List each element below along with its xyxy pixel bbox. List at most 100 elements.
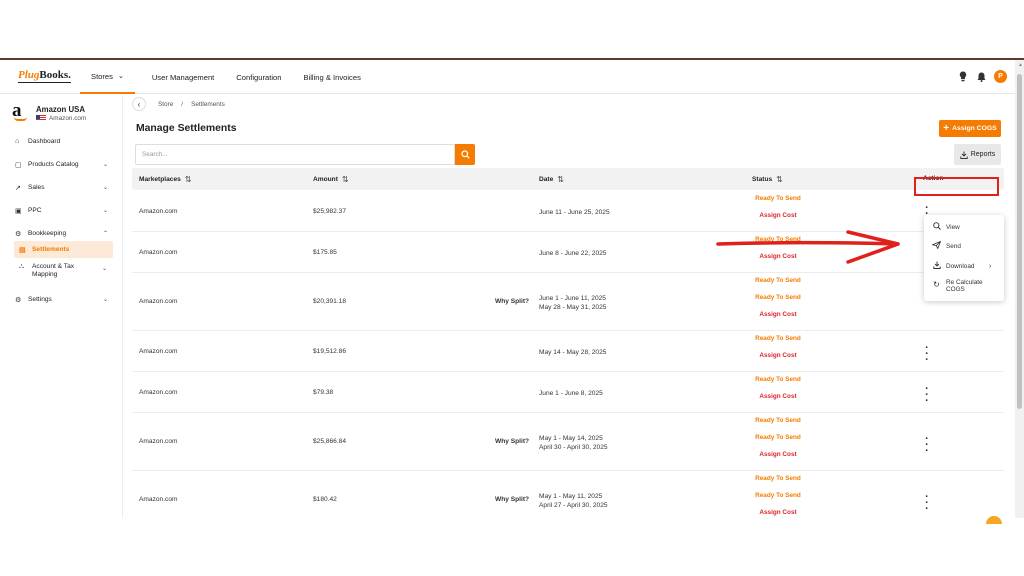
nav-stores[interactable]: Stores ⌄ bbox=[80, 60, 135, 94]
sidebar-item-label: Settings bbox=[28, 296, 52, 303]
sidebar-item-sales[interactable]: ↗ Sales ⌄ bbox=[10, 179, 114, 196]
status-ready-to-send[interactable]: Ready To Send bbox=[722, 492, 834, 499]
status-assign-cost[interactable]: Assign Cost bbox=[722, 311, 834, 318]
reports-button[interactable]: Reports bbox=[954, 144, 1001, 165]
why-split-link[interactable]: Why Split? bbox=[495, 438, 529, 445]
reports-label: Reports bbox=[970, 151, 996, 158]
sidebar-item-account-tax-mapping[interactable]: ⛬ Account & Tax Mapping ⌄ bbox=[14, 261, 113, 283]
nav-configuration-label: Configuration bbox=[236, 72, 282, 82]
lightbulb-icon[interactable] bbox=[958, 71, 968, 83]
search-placeholder: Search... bbox=[142, 151, 168, 158]
amazon-logo-icon: a bbox=[12, 101, 30, 123]
scrollbar-thumb[interactable] bbox=[1017, 74, 1022, 409]
menu-item-recalculate-cogs[interactable]: ↻ Re Calculate COGS bbox=[932, 279, 983, 293]
back-button[interactable]: ‹ bbox=[132, 97, 146, 111]
amount-cell: $25,982.37 bbox=[313, 208, 347, 215]
main-nav: Stores ⌄ User Management Configuration Bi… bbox=[80, 60, 372, 94]
sidebar-item-products-catalog[interactable]: ▢ Products Catalog ⌄ bbox=[10, 156, 114, 173]
send-highlight-box bbox=[914, 177, 999, 196]
assign-cogs-button[interactable]: + Assign COGS bbox=[939, 120, 1001, 137]
chevron-down-icon: ⌄ bbox=[101, 266, 107, 272]
amount-cell: $175.85 bbox=[313, 249, 337, 256]
page-scrollbar[interactable]: ▲ bbox=[1015, 60, 1024, 518]
nav-stores-label: Stores bbox=[91, 71, 113, 81]
column-header-date[interactable]: Date ⇅ bbox=[539, 175, 564, 184]
menu-item-label-line2: COGS bbox=[946, 286, 965, 293]
status-ready-to-send[interactable]: Ready To Send bbox=[722, 434, 834, 441]
table-row: Amazon.com $79.38 June 1 - June 8, 2025 … bbox=[132, 372, 1004, 413]
nav-configuration[interactable]: Configuration bbox=[225, 60, 292, 94]
table-row: Amazon.com $25,866.84 Why Split? May 1 -… bbox=[132, 413, 1004, 471]
user-avatar[interactable]: P bbox=[994, 70, 1007, 83]
sidebar-item-label: Products Catalog bbox=[28, 161, 79, 168]
bell-icon[interactable] bbox=[976, 71, 986, 83]
sidebar-item-settings[interactable]: ⚙ Settings ⌄ bbox=[10, 291, 114, 308]
search-icon bbox=[932, 222, 941, 232]
sort-icon[interactable]: ⇅ bbox=[776, 175, 783, 184]
amount-cell: $180.42 bbox=[313, 496, 337, 503]
assign-cogs-label: Assign COGS bbox=[952, 125, 997, 132]
nav-user-management[interactable]: User Management bbox=[141, 60, 225, 94]
table-row: Amazon.com $175.85 June 8 - June 22, 202… bbox=[132, 232, 1004, 273]
status-assign-cost[interactable]: Assign Cost bbox=[722, 212, 834, 219]
topbar-actions: P bbox=[958, 70, 1007, 83]
status-ready-to-send[interactable]: Ready To Send bbox=[722, 417, 834, 424]
why-split-link[interactable]: Why Split? bbox=[495, 496, 529, 503]
search-button[interactable] bbox=[455, 144, 475, 165]
sidebar-item-ppc[interactable]: ▣ PPC ⌄ bbox=[10, 202, 114, 219]
marketplace-cell: Amazon.com bbox=[139, 389, 178, 396]
sort-icon[interactable]: ⇅ bbox=[342, 175, 349, 184]
status-assign-cost[interactable]: Assign Cost bbox=[722, 352, 834, 359]
more-actions-icon[interactable]: ··· bbox=[923, 492, 931, 515]
marketplace-cell: Amazon.com bbox=[139, 496, 178, 503]
sort-icon[interactable]: ⇅ bbox=[185, 175, 192, 184]
status-ready-to-send[interactable]: Ready To Send bbox=[722, 294, 834, 301]
table-row: Amazon.com $25,982.37 June 11 - June 25,… bbox=[132, 191, 1004, 232]
column-header-status[interactable]: Status ⇅ bbox=[752, 175, 783, 184]
menu-item-view[interactable]: View bbox=[932, 222, 960, 232]
status-ready-to-send[interactable]: Ready To Send bbox=[722, 277, 834, 284]
sidebar-item-settlements[interactable]: ▤ Settlements bbox=[14, 241, 113, 258]
status-ready-to-send[interactable]: Ready To Send bbox=[722, 236, 834, 243]
date-cell: June 8 - June 22, 2025 bbox=[539, 250, 607, 257]
more-actions-icon[interactable]: ··· bbox=[923, 384, 931, 407]
mapping-icon: ⛬ bbox=[19, 263, 24, 270]
column-header-marketplaces[interactable]: Marketplaces ⇅ bbox=[139, 175, 192, 184]
app-window: PlugBooks. Stores ⌄ User Management Confi… bbox=[0, 58, 1024, 518]
nav-billing-invoices[interactable]: Billing & Invoices bbox=[292, 60, 371, 94]
more-actions-icon[interactable]: ··· bbox=[923, 434, 931, 457]
status-assign-cost[interactable]: Assign Cost bbox=[722, 451, 834, 458]
sidebar-item-bookkeeping[interactable]: ⚙ Bookkeeping ⌃ bbox=[10, 225, 114, 242]
refresh-icon: ↻ bbox=[933, 280, 940, 289]
status-ready-to-send[interactable]: Ready To Send bbox=[722, 376, 834, 383]
date-cell: May 14 - May 28, 2025 bbox=[539, 349, 607, 356]
plugbooks-logo[interactable]: PlugBooks. bbox=[18, 69, 71, 83]
amount-cell: $25,866.84 bbox=[313, 438, 347, 445]
more-actions-icon[interactable]: ··· bbox=[923, 343, 931, 366]
chevron-down-icon: ⌄ bbox=[102, 297, 108, 303]
why-split-link[interactable]: Why Split? bbox=[495, 298, 529, 305]
date-cell: June 1 - June 11, 2025 May 28 - May 31, 2… bbox=[539, 295, 607, 311]
chevron-down-icon: ⌄ bbox=[102, 162, 108, 168]
status-ready-to-send[interactable]: Ready To Send bbox=[722, 475, 834, 482]
store-name: Amazon USA bbox=[36, 104, 85, 114]
menu-item-label: Re Calculate bbox=[946, 279, 983, 286]
search-input[interactable]: Search... bbox=[135, 144, 455, 165]
status-assign-cost[interactable]: Assign Cost bbox=[722, 253, 834, 260]
breadcrumb-store[interactable]: Store bbox=[158, 101, 173, 108]
sales-chart-icon: ↗ bbox=[15, 184, 21, 192]
status-assign-cost[interactable]: Assign Cost bbox=[722, 393, 834, 400]
sidebar-item-dashboard[interactable]: ⌂ Dashboard bbox=[10, 133, 114, 150]
status-ready-to-send[interactable]: Ready To Send bbox=[722, 195, 834, 202]
sort-icon[interactable]: ⇅ bbox=[557, 175, 564, 184]
amount-cell: $20,391.18 bbox=[313, 298, 347, 305]
status-ready-to-send[interactable]: Ready To Send bbox=[722, 335, 834, 342]
home-icon: ⌂ bbox=[15, 138, 20, 145]
store-selector[interactable]: a Amazon USA Amazon.com bbox=[12, 101, 86, 123]
menu-item-download[interactable]: Download › bbox=[932, 261, 991, 271]
status-assign-cost[interactable]: Assign Cost bbox=[722, 509, 834, 516]
menu-item-send[interactable]: Send bbox=[931, 240, 961, 251]
column-header-amount[interactable]: Amount ⇅ bbox=[313, 175, 349, 184]
breadcrumb: ‹ Store / Settlements bbox=[132, 97, 225, 111]
scroll-up-arrow-icon[interactable]: ▲ bbox=[1018, 62, 1023, 68]
